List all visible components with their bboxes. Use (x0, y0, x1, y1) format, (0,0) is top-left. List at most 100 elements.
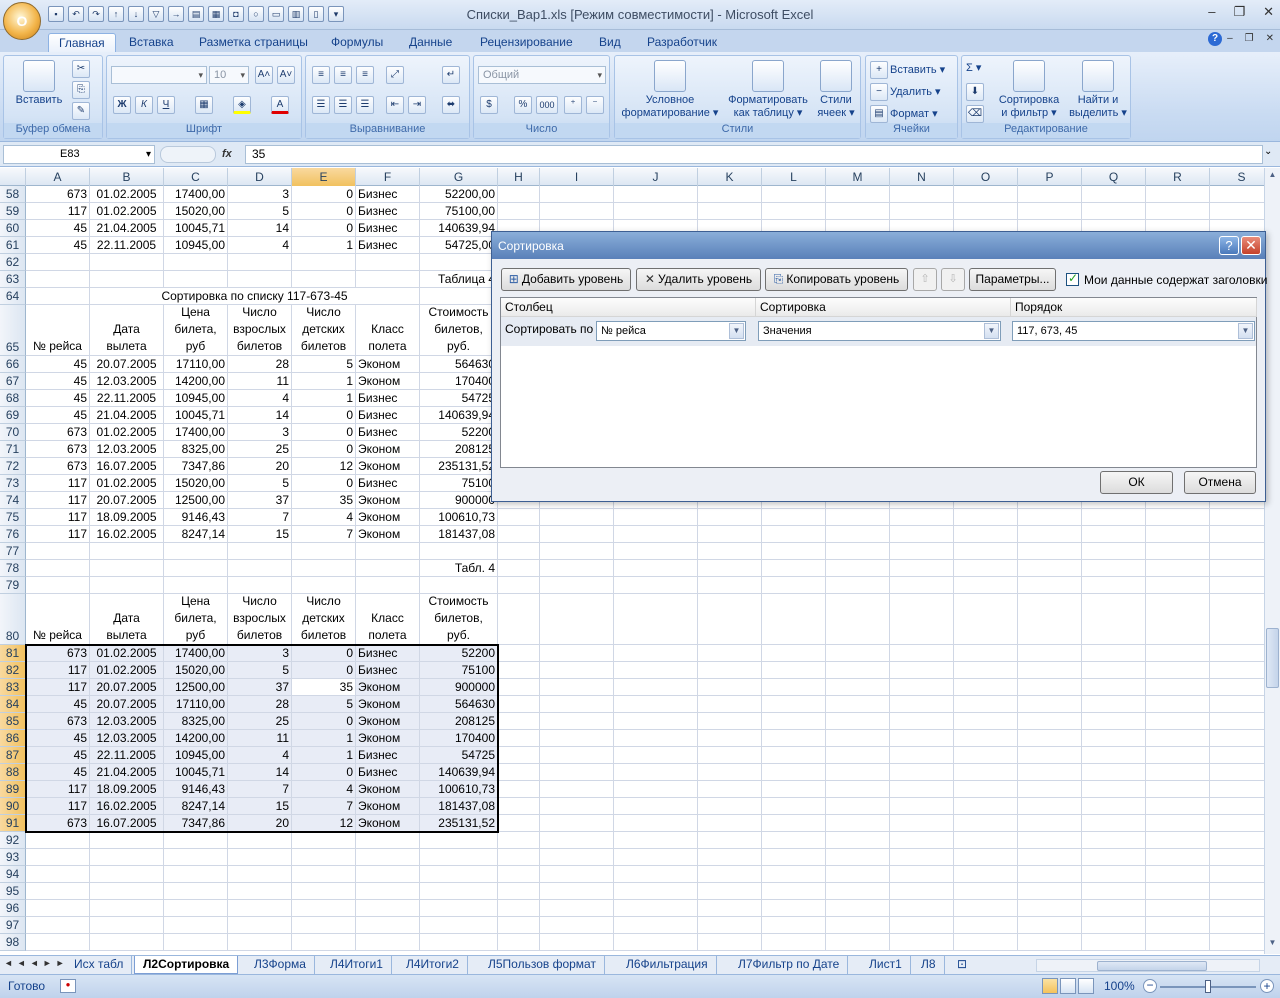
cell[interactable] (1146, 577, 1210, 594)
cell[interactable] (356, 832, 420, 849)
autosum-button[interactable]: Σ ▾ (966, 61, 981, 74)
row-header[interactable]: 69 (0, 407, 26, 424)
help-icon[interactable]: ? (1208, 32, 1222, 46)
cell[interactable] (890, 543, 954, 560)
cell[interactable] (26, 883, 90, 900)
conditional-formatting-button[interactable]: Условное форматирование ▾ (617, 60, 723, 120)
col-header-b[interactable]: B (90, 168, 164, 186)
cell[interactable] (890, 560, 954, 577)
cell[interactable] (954, 730, 1018, 747)
cell[interactable] (698, 849, 762, 866)
cell[interactable] (90, 917, 164, 934)
row-header[interactable]: 82 (0, 662, 26, 679)
cell[interactable] (826, 662, 890, 679)
cell[interactable] (1210, 900, 1264, 917)
cell[interactable] (1018, 203, 1082, 220)
find-select-button[interactable]: Найти и выделить ▾ (1066, 60, 1130, 120)
cell[interactable] (540, 832, 614, 849)
cell[interactable] (762, 594, 826, 645)
cell-a[interactable]: 673 (26, 186, 90, 203)
cell-c[interactable]: 10045,71 (164, 220, 228, 237)
column-title-cell[interactable]: Класс полета (356, 305, 420, 356)
cell-b[interactable]: 12.03.2005 (90, 713, 164, 730)
cell-b[interactable]: 21.04.2005 (90, 220, 164, 237)
cell-g[interactable]: 564630 (420, 356, 498, 373)
row-header[interactable]: 93 (0, 849, 26, 866)
cell[interactable] (698, 781, 762, 798)
cell[interactable] (420, 917, 498, 934)
cell[interactable] (826, 747, 890, 764)
tab-home[interactable]: Главная (48, 33, 116, 52)
cell-c[interactable]: 7347,86 (164, 815, 228, 832)
cell[interactable] (1018, 577, 1082, 594)
cell-g[interactable]: 52200 (420, 424, 498, 441)
cell[interactable] (1146, 917, 1210, 934)
cell[interactable] (498, 832, 540, 849)
cell[interactable] (228, 271, 292, 288)
cell[interactable] (1146, 645, 1210, 662)
cell[interactable] (90, 560, 164, 577)
tab-data[interactable]: Данные (399, 33, 462, 52)
cell-d[interactable]: 25 (228, 713, 292, 730)
cell-d[interactable]: 3 (228, 645, 292, 662)
cell[interactable] (1082, 798, 1146, 815)
cell[interactable] (540, 849, 614, 866)
align-left-icon[interactable]: ☰ (312, 96, 330, 114)
cell[interactable] (1082, 203, 1146, 220)
cell-c[interactable]: 10045,71 (164, 764, 228, 781)
grow-font-icon[interactable]: A˄ (255, 66, 273, 84)
cell[interactable] (292, 560, 356, 577)
cell[interactable] (890, 186, 954, 203)
page-layout-view-icon[interactable] (1060, 978, 1076, 994)
cell[interactable] (890, 696, 954, 713)
cell-b[interactable]: 22.11.2005 (90, 747, 164, 764)
cell[interactable] (1082, 900, 1146, 917)
row-header[interactable]: 74 (0, 492, 26, 509)
row-header[interactable]: 81 (0, 645, 26, 662)
cell[interactable] (356, 560, 420, 577)
column-title-cell[interactable]: № рейса (26, 594, 90, 645)
cell-g[interactable]: 52200,00 (420, 186, 498, 203)
cell[interactable] (890, 577, 954, 594)
cell-e[interactable]: 5 (292, 696, 356, 713)
cell[interactable] (1018, 713, 1082, 730)
cell-e[interactable]: 12 (292, 458, 356, 475)
cell[interactable] (1210, 917, 1264, 934)
cell-c[interactable]: 7347,86 (164, 458, 228, 475)
cell[interactable] (498, 713, 540, 730)
cell[interactable] (498, 679, 540, 696)
cell[interactable] (1082, 594, 1146, 645)
cell[interactable] (614, 186, 698, 203)
cell[interactable] (762, 866, 826, 883)
cell[interactable] (164, 543, 228, 560)
cell-b[interactable]: 20.07.2005 (90, 679, 164, 696)
cell[interactable] (1018, 883, 1082, 900)
cell[interactable] (762, 509, 826, 526)
wrap-text-icon[interactable]: ↵ (442, 66, 460, 84)
cell[interactable] (498, 645, 540, 662)
cell-f[interactable]: Эконом (356, 696, 420, 713)
cell[interactable] (420, 849, 498, 866)
cell-b[interactable]: 16.02.2005 (90, 526, 164, 543)
cell-g[interactable]: 140639,94 (420, 220, 498, 237)
cancel-button[interactable]: Отмена (1184, 471, 1256, 494)
cell[interactable] (498, 747, 540, 764)
cell[interactable] (890, 662, 954, 679)
cell[interactable] (164, 934, 228, 951)
cell[interactable] (1210, 560, 1264, 577)
cell[interactable] (1210, 509, 1264, 526)
insert-function-icon[interactable]: fx (222, 148, 232, 160)
cut-icon[interactable]: ✂ (72, 60, 90, 78)
cell-b[interactable]: 18.09.2005 (90, 509, 164, 526)
cell[interactable] (614, 543, 698, 560)
cell[interactable] (420, 543, 498, 560)
cell[interactable] (164, 560, 228, 577)
cell[interactable] (698, 883, 762, 900)
cell-f[interactable]: Эконом (356, 679, 420, 696)
column-title-cell[interactable]: Цена билета, руб (164, 594, 228, 645)
cell[interactable] (762, 781, 826, 798)
copy-level-button[interactable]: ⎘ Копировать уровень (765, 268, 908, 291)
cell[interactable] (954, 747, 1018, 764)
underline-button[interactable]: Ч (157, 96, 175, 114)
cell[interactable] (1082, 713, 1146, 730)
